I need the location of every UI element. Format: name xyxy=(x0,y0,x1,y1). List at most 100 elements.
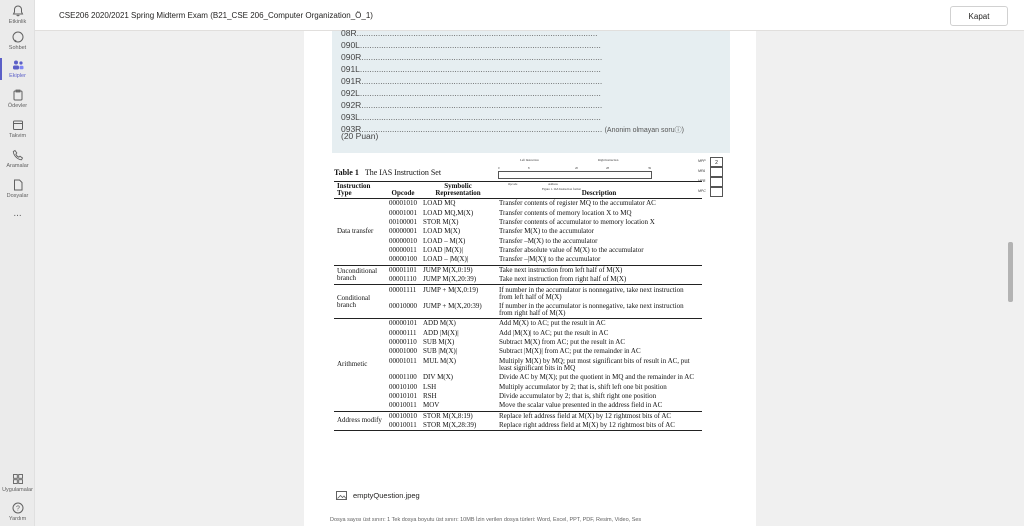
scrollbar-thumb[interactable] xyxy=(1008,242,1013,302)
table-row: Address modify 00010010 STOR M(X,8:19) Repl… xyxy=(334,411,702,432)
symbolic-cell: ADD |M(X)| xyxy=(423,328,459,337)
instruction-type-cell: Conditional branch xyxy=(334,284,386,320)
question-panel: (20 Puan) 08R...........................… xyxy=(304,28,756,526)
symbolic-cell: JUMP + M(X,20:39) xyxy=(420,301,496,320)
right-instruction-label: Right Instruction xyxy=(598,158,619,162)
opcode-cell: 00000111 xyxy=(389,328,417,337)
answer-line-label: 090R xyxy=(341,52,362,62)
instruction-type-cell: Unconditional branch xyxy=(334,265,386,286)
answer-line: 092L....................................… xyxy=(341,88,601,98)
register-value xyxy=(710,187,723,197)
description-cell: Transfer absolute value of M(X) to the a… xyxy=(499,246,644,255)
more-icon: ... xyxy=(13,208,22,219)
image-icon xyxy=(336,491,347,500)
answer-dots: ........................................… xyxy=(359,64,601,74)
opcode-cell: 00001111 xyxy=(389,285,417,294)
rail-item-apps[interactable]: Uygulamalar xyxy=(0,472,35,494)
answer-line: 08R.....................................… xyxy=(341,28,597,38)
rail-item-activity[interactable]: Etkinlik xyxy=(0,4,35,26)
symbolic-cell: JUMP M(X,0:19) xyxy=(423,265,473,274)
opcode-cell: 00000110 xyxy=(389,338,417,347)
opcode-cell: 00100001 xyxy=(389,217,417,226)
close-button[interactable]: Kapat xyxy=(950,6,1008,26)
register-value xyxy=(710,167,723,177)
opcode-cell: 00001100 xyxy=(389,373,417,382)
rail-item-assignments[interactable]: Ödevler xyxy=(0,88,35,110)
answer-line-label: 08R xyxy=(341,28,357,38)
symbolic-cell: JUMP M(X,20:39) xyxy=(420,275,496,286)
table-row: 00000110 SUB M(X) Subtract M(X) from AC; p… xyxy=(334,338,702,347)
table-row: Conditional branch 00001111 JUMP + M(X,0:1… xyxy=(334,284,702,320)
symbolic-cell: LOAD – M(X) xyxy=(423,236,466,245)
teams-icon xyxy=(12,60,23,70)
header-opcode: Opcode xyxy=(386,181,420,199)
description-cell: Transfer contents of accumulator to memo… xyxy=(499,217,655,226)
register-value xyxy=(710,177,723,187)
table-caption: The IAS Instruction Set xyxy=(364,168,442,177)
rail-item-calls[interactable]: Aramalar xyxy=(0,148,35,170)
opcode-cell: 00010011 xyxy=(386,401,420,412)
symbolic-cell: LSH xyxy=(423,382,437,391)
answer-dots: ........................................… xyxy=(359,40,601,50)
table-label: Table 1 xyxy=(334,168,359,177)
symbolic-cell: STOR M(X) xyxy=(423,217,459,226)
rail-item-chat[interactable]: Sohbet xyxy=(0,30,35,52)
opcode-cell: 00000010 xyxy=(389,236,417,245)
header-symbolic: Symbolic Representation xyxy=(420,181,496,199)
rail-item-teams[interactable]: Ekipler xyxy=(0,58,35,80)
table-row: Unconditional branch 00001101 JUMP M(X,0:1… xyxy=(334,265,702,286)
rail-label: Takvim xyxy=(8,133,27,139)
description-cell: Multiply accumulator by 2; that is, shif… xyxy=(499,382,667,391)
app-rail: Etkinlik Sohbet Ekipler Ödevler Takvim A… xyxy=(0,0,35,526)
symbolic-cell: MOV xyxy=(420,401,496,412)
answer-line: 091L....................................… xyxy=(341,64,601,74)
description-cell: Subtract M(X) from AC; put the result in… xyxy=(499,338,625,347)
instruction-type-cell: Arithmetic xyxy=(334,318,386,412)
answer-line: 093L....................................… xyxy=(341,112,601,122)
rail-item-calendar[interactable]: Takvim xyxy=(0,118,35,140)
register-name: MFA xyxy=(698,169,706,173)
description-cell: Add M(X) to AC; put the result in AC xyxy=(499,319,606,328)
answer-dots: ........................................… xyxy=(359,112,601,122)
upload-limits: Dosya sayısı üst sınırı: 1 Tek dosya boy… xyxy=(330,517,642,523)
opcode-cell: 00001010 xyxy=(389,199,417,208)
answer-line: 091R....................................… xyxy=(341,76,602,86)
bit-tick: 20 xyxy=(575,166,578,170)
rail-item-more[interactable]: ... xyxy=(0,208,35,219)
answer-line-label: 092L xyxy=(341,88,360,98)
table-row: 00000001 LOAD M(X) Transfer M(X) to the ac… xyxy=(334,227,702,236)
table-row: 00100001 STOR M(X) Transfer contents of ac… xyxy=(334,218,702,227)
rail-item-help[interactable]: ? Yardım xyxy=(0,501,35,523)
bit-tick: 28 xyxy=(606,166,609,170)
symbolic-cell: LOAD – |M(X)| xyxy=(420,255,496,266)
opcode-cell: 00000001 xyxy=(389,227,417,236)
symbolic-cell: LOAD MQ xyxy=(423,199,456,208)
description-cell: Multiply M(X) by MQ; put most significan… xyxy=(499,356,690,372)
instruction-word-box xyxy=(498,171,652,179)
answer-line-label: 090L xyxy=(341,40,360,50)
description-cell: Transfer M(X) to the accumulator xyxy=(499,227,594,236)
calendar-icon xyxy=(12,120,23,130)
answer-line: 090R....................................… xyxy=(341,52,602,62)
form-header: CSE206 2020/2021 Spring Midterm Exam (B2… xyxy=(35,0,1024,31)
rail-label: Aramalar xyxy=(6,163,29,169)
rail-item-files[interactable]: Dosyalar xyxy=(0,178,35,200)
table-row: Arithmetic 00000101 ADD M(X) Add M(X) to AC… xyxy=(334,318,702,412)
ias-table-body: Data transfer 00001010 LOAD MQ Transfer con… xyxy=(334,198,702,432)
description-cell: Take next instruction from right half of… xyxy=(496,275,702,286)
rail-label: Sohbet xyxy=(8,45,27,51)
page-title: CSE206 2020/2021 Spring Midterm Exam (B2… xyxy=(59,11,373,20)
table-row: 00000100 LOAD – |M(X)| Transfer –|M(X)| to… xyxy=(334,255,702,266)
table-row: 00001000 SUB |M(X)| Subtract |M(X)| from A… xyxy=(334,347,702,356)
symbolic-cell: MUL M(X) xyxy=(423,356,456,365)
svg-text:?: ? xyxy=(16,506,20,513)
table-row: 00001100 DIV M(X) Divide AC by M(X); put t… xyxy=(334,373,702,382)
rail-label: Uygulamalar xyxy=(2,487,33,493)
attachment[interactable]: emptyQuestion.jpeg xyxy=(336,491,420,500)
instruction-type-cell: Data transfer xyxy=(334,198,386,266)
opcode-cell: 00001101 xyxy=(389,265,417,274)
answer-line-label: 092R xyxy=(341,100,362,110)
rail-label: Ekipler xyxy=(9,73,26,79)
table-row: 00001110 JUMP M(X,20:39) Take next instruc… xyxy=(334,275,702,286)
opcode-cell: 00010010 xyxy=(389,411,417,420)
